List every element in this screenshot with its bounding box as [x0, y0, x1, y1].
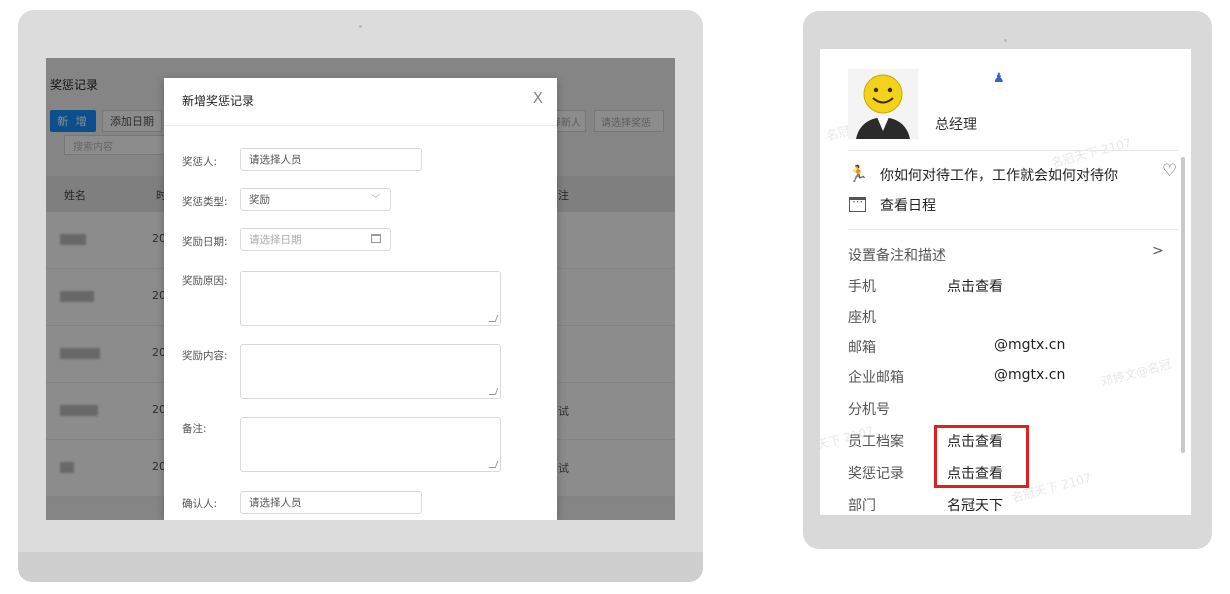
content-textarea[interactable]: [240, 344, 501, 399]
person-label: 奖惩人:: [182, 156, 218, 168]
date-label: 奖励日期:: [182, 236, 228, 248]
motto-text: 你如何对待工作，工作就会如何对待你: [880, 168, 1118, 184]
runner-icon: 🏃: [848, 164, 868, 183]
laptop-frame: 奖惩记录 新 增 添加日期 搜索内容 选择新人 请选择奖惩 姓名 时 注 20 …: [18, 10, 703, 582]
extension-label: 分机号: [848, 402, 890, 418]
divider: [848, 229, 1178, 230]
view-schedule-link[interactable]: 查看日程: [880, 195, 936, 215]
profile-screen: 名冠天下 2107 名冠天下 2107 邓婷文@名冠 天下 2107 名冠天下 …: [820, 49, 1191, 515]
close-icon[interactable]: X: [533, 89, 543, 107]
department-value: 名冠天下: [947, 498, 1003, 514]
date-placeholder: 请选择日期: [249, 234, 302, 246]
watermark: 邓婷文@名冠: [1099, 356, 1173, 390]
settings-link[interactable]: 设置备注和描述: [848, 245, 946, 265]
highlight-box: [934, 425, 1029, 488]
corp-email-value: @mgtx.cn: [994, 367, 1066, 383]
add-record-modal: 新增奖惩记录 X 奖惩人: 请选择人员 奖惩类型: 奖励 ﹀ 奖励日期: 请选择…: [164, 78, 557, 520]
user-icon: ♟: [993, 71, 1005, 86]
employee-file-label: 员工档案: [848, 434, 904, 450]
modal-title: 新增奖惩记录: [182, 94, 255, 108]
divider: [164, 125, 557, 126]
camera-dot: [1004, 39, 1007, 42]
laptop-screen: 奖惩记录 新 增 添加日期 搜索内容 选择新人 请选择奖惩 姓名 时 注 20 …: [46, 58, 675, 520]
camera-dot: [359, 25, 362, 28]
heart-icon[interactable]: ♡: [1162, 161, 1177, 181]
date-picker[interactable]: 请选择日期: [240, 228, 391, 251]
laptop-base: [18, 552, 703, 582]
rewards-label: 奖惩记录: [848, 466, 904, 482]
chevron-down-icon: ﹀: [370, 195, 380, 205]
corp-email-label: 企业邮箱: [848, 370, 904, 386]
department-label: 部门: [848, 498, 876, 514]
tablet-frame: 名冠天下 2107 名冠天下 2107 邓婷文@名冠 天下 2107 名冠天下 …: [803, 11, 1212, 549]
phone-view-link[interactable]: 点击查看: [947, 276, 1003, 296]
scrollbar[interactable]: [1181, 157, 1185, 453]
content-label: 奖励内容:: [182, 350, 228, 362]
calendar-icon: [849, 195, 866, 212]
remark-label: 备注:: [182, 423, 207, 435]
reason-textarea[interactable]: [240, 271, 501, 326]
job-title: 总经理: [935, 117, 977, 133]
remark-textarea[interactable]: [240, 417, 501, 472]
email-label: 邮箱: [848, 340, 876, 356]
phone-label: 手机: [848, 279, 876, 295]
type-select[interactable]: 奖励 ﹀: [240, 188, 391, 211]
avatar[interactable]: [848, 69, 918, 139]
confirm-select[interactable]: 请选择人员: [240, 491, 422, 514]
landline-label: 座机: [848, 310, 876, 326]
type-value: 奖励: [249, 194, 270, 206]
chevron-right-icon[interactable]: >: [1152, 243, 1164, 259]
reason-label: 奖励原因:: [182, 275, 228, 287]
divider: [848, 150, 1178, 151]
avatar-image: [848, 69, 918, 139]
email-value: @mgtx.cn: [994, 337, 1066, 353]
confirm-label: 确认人:: [182, 498, 218, 510]
person-select[interactable]: 请选择人员: [240, 148, 422, 171]
calendar-icon: [371, 234, 381, 243]
type-label: 奖惩类型:: [182, 196, 228, 208]
